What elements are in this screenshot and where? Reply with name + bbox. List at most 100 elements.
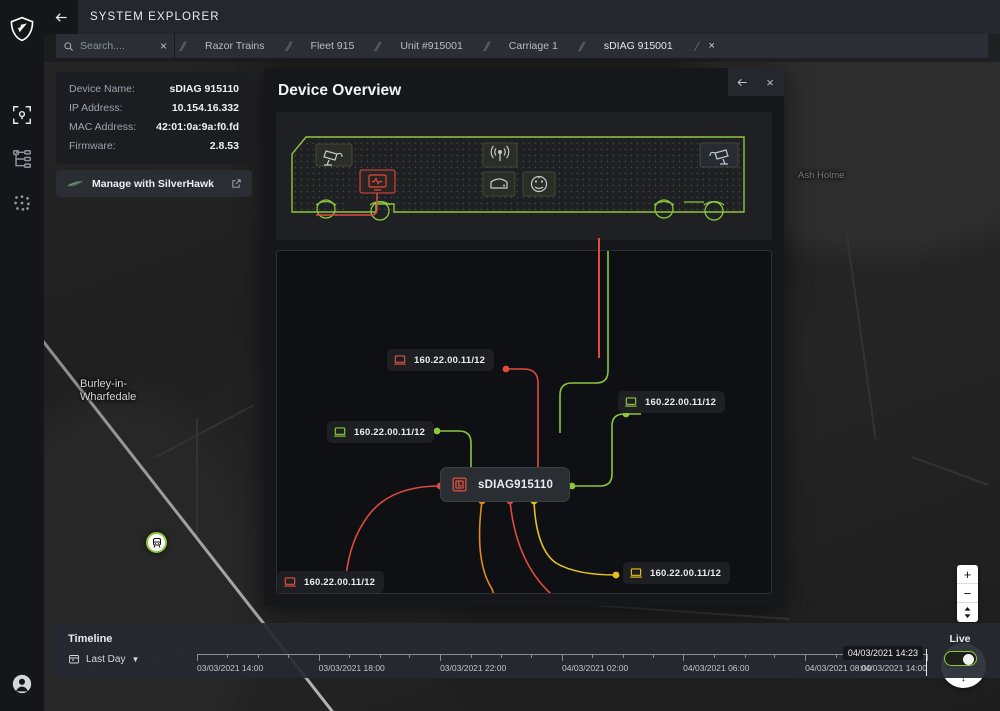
- breadcrumb-item-3[interactable]: Carriage 1: [493, 34, 574, 58]
- manage-with-silverhawk-button[interactable]: Manage with SilverHawk: [56, 170, 252, 197]
- timeline-tick: [713, 654, 715, 658]
- node-label: 160.22.00.11/12: [304, 576, 376, 588]
- timeline-range-label: Last Day: [86, 653, 126, 665]
- timeline-cursor[interactable]: [925, 649, 927, 676]
- info-value: 42:01:0a:9a:f0.fd: [156, 121, 239, 133]
- overview-back-button[interactable]: [728, 68, 756, 96]
- silverhawk-label: Manage with SilverHawk: [92, 177, 214, 190]
- info-value: sDIAG 915110: [169, 83, 239, 95]
- search-clear-button[interactable]: ×: [160, 40, 167, 52]
- top-bar: SYSTEM EXPLORER × // Razor Trains // Fle…: [44, 0, 1000, 62]
- breadcrumb-item-4[interactable]: sDIAG 915001: [588, 34, 689, 58]
- schematic-slot-sensor: [522, 171, 556, 197]
- schematic-slot-server: [482, 171, 516, 197]
- timeline-tick: [227, 654, 229, 658]
- node-label: 160.22.00.11/12: [414, 354, 486, 366]
- timeline-tick: [379, 654, 381, 658]
- schematic-slot-camera-rear: [699, 142, 739, 168]
- device-overview-panel: Device Overview × 160.22.00.11/12 160.22…: [264, 68, 784, 606]
- timeline-tick: [835, 654, 837, 658]
- overview-close-button[interactable]: ×: [756, 68, 784, 96]
- breadcrumb-item-2[interactable]: Unit #915001: [384, 34, 478, 58]
- node-label: 160.22.00.11/12: [645, 396, 717, 408]
- breadcrumb-item-1[interactable]: Fleet 915: [295, 34, 371, 58]
- topology-node[interactable]: 160.22.00.11/12: [623, 562, 731, 584]
- laptop-icon: [284, 577, 296, 587]
- title-bar: SYSTEM EXPLORER: [44, 0, 1000, 34]
- timeline-tick-label: 03/03/2021 18:00: [318, 663, 385, 673]
- topology-node[interactable]: 160.22.00.11/12: [387, 349, 495, 371]
- chevron-down-icon: ▼: [131, 654, 140, 664]
- laptop-icon: [334, 427, 346, 437]
- carriage-schematic-svg: [291, 136, 745, 221]
- topology-node[interactable]: 160.22.00.11/12: [618, 391, 726, 413]
- map-pin-frame-icon: [13, 106, 31, 124]
- arrow-left-icon: [55, 12, 66, 22]
- timeline-tick: [531, 654, 533, 658]
- left-nav-rail: [0, 0, 44, 711]
- device-info-card: Device Name: sDIAG 915110 IP Address: 10…: [56, 72, 252, 164]
- topology-center-node[interactable]: sDIAG915110: [440, 467, 571, 502]
- zoom-out-button[interactable]: −: [957, 584, 978, 603]
- network-topology[interactable]: 160.22.00.11/12 160.22.00.11/12 160.22.0…: [276, 250, 772, 594]
- page-title: SYSTEM EXPLORER: [90, 11, 220, 23]
- laptop-icon: [625, 397, 637, 407]
- timeline-tick: [562, 654, 563, 661]
- info-value: 2.8.53: [209, 140, 239, 152]
- shield-logo: [10, 16, 34, 42]
- carriage-schematic[interactable]: [276, 112, 772, 240]
- live-label: Live: [949, 633, 971, 645]
- info-key: MAC Address:: [69, 121, 137, 133]
- timeline-tick-label: 04/03/2021 14:00: [860, 663, 927, 673]
- timeline-axis[interactable]: 03/03/2021 14:00 03/03/2021 18:00 03/03/…: [197, 654, 928, 676]
- schematic-slot-diagnostics: [359, 169, 396, 194]
- device-info-row: Firmware: 2.8.53: [69, 140, 239, 152]
- hierarchy-tree-icon: [13, 150, 31, 168]
- map-road: [196, 418, 198, 538]
- timeline-tick: [348, 654, 350, 658]
- alert-connector-line: [598, 238, 600, 358]
- external-link-icon: [232, 179, 241, 188]
- close-icon: ×: [766, 74, 774, 90]
- search-box[interactable]: ×: [56, 34, 174, 58]
- node-label: 160.22.00.11/12: [354, 426, 426, 438]
- breadcrumb-bar: × // Razor Trains // Fleet 915 // Unit #…: [56, 34, 988, 58]
- timeline-tick: [500, 654, 502, 658]
- timeline-cursor-time: 04/03/2021 14:23: [842, 646, 923, 660]
- node-label: 160.22.00.11/12: [650, 567, 722, 579]
- topology-node[interactable]: 160.22.00.11/12: [327, 421, 435, 443]
- tilt-button[interactable]: [957, 603, 978, 622]
- timeline-tick: [591, 654, 593, 658]
- zoom-in-button[interactable]: +: [957, 565, 978, 584]
- timeline-tick: [440, 654, 442, 661]
- timeline-tick: [927, 654, 928, 661]
- timeline-tick: [774, 654, 776, 658]
- timeline-tick-label: 04/03/2021 06:00: [683, 663, 750, 673]
- sidebar-item-map-view[interactable]: [11, 104, 33, 126]
- timeline-tick: [288, 654, 290, 658]
- arrow-left-icon: [736, 78, 747, 86]
- map-zoom-controls: + −: [957, 565, 978, 622]
- user-avatar-icon[interactable]: [11, 673, 33, 695]
- timeline-tick-label: 03/03/2021 14:00: [197, 663, 264, 673]
- train-station-marker[interactable]: [146, 532, 167, 553]
- timeline-tick: [197, 654, 198, 661]
- live-toggle[interactable]: [943, 651, 977, 666]
- timeline-range-selector[interactable]: Last Day ▼: [68, 653, 139, 665]
- topology-node[interactable]: 160.22.00.11/12: [277, 571, 385, 593]
- timeline-live-control: Live: [935, 633, 985, 666]
- sidebar-item-topology-view[interactable]: [11, 148, 33, 170]
- timeline-tick: [683, 654, 685, 661]
- device-info-row: MAC Address: 42:01:0a:9a:f0.fd: [69, 121, 239, 133]
- search-icon: [64, 41, 73, 51]
- nav-items: [11, 104, 33, 214]
- device-info-row: Device Name: sDIAG 915110: [69, 83, 239, 95]
- breadcrumb-item-0[interactable]: Razor Trains: [189, 34, 281, 58]
- search-input[interactable]: [80, 40, 154, 52]
- train-icon: [152, 537, 161, 548]
- laptop-icon: [630, 568, 642, 578]
- info-key: IP Address:: [69, 102, 123, 114]
- back-button[interactable]: [44, 0, 78, 34]
- breadcrumb: // Razor Trains // Fleet 915 // Unit #91…: [175, 34, 988, 58]
- sidebar-item-grid-view[interactable]: [11, 192, 33, 214]
